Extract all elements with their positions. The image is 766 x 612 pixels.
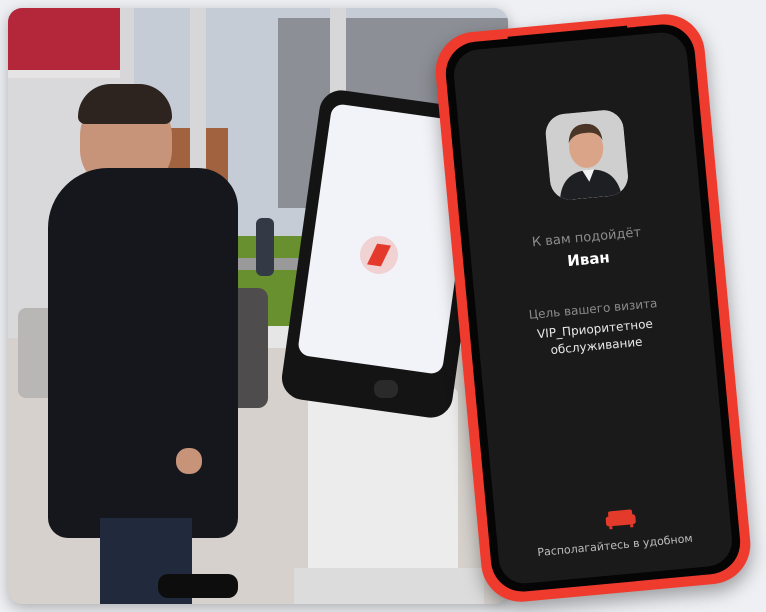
man-coat xyxy=(48,168,238,538)
office-photo xyxy=(8,8,508,604)
man-hand xyxy=(176,448,202,474)
phone-screen: К вам подойдёт Иван Цель вашего визита V… xyxy=(451,30,735,586)
phone-mockup: К вам подойдёт Иван Цель вашего визита V… xyxy=(432,10,764,612)
bottom-text: Располагайтесь в удобном xyxy=(536,531,694,560)
man-shoe xyxy=(158,574,238,598)
phone-body: К вам подойдёт Иван Цель вашего визита V… xyxy=(432,10,754,606)
man-hair xyxy=(78,84,172,124)
bank-logo-mark xyxy=(366,243,392,267)
person-avatar xyxy=(544,108,630,202)
kiosk-card-reader xyxy=(374,380,398,398)
red-ceiling-panel xyxy=(8,8,128,70)
pedestrian xyxy=(256,218,274,276)
kiosk-base xyxy=(294,568,484,604)
sofa-icon xyxy=(605,507,637,530)
